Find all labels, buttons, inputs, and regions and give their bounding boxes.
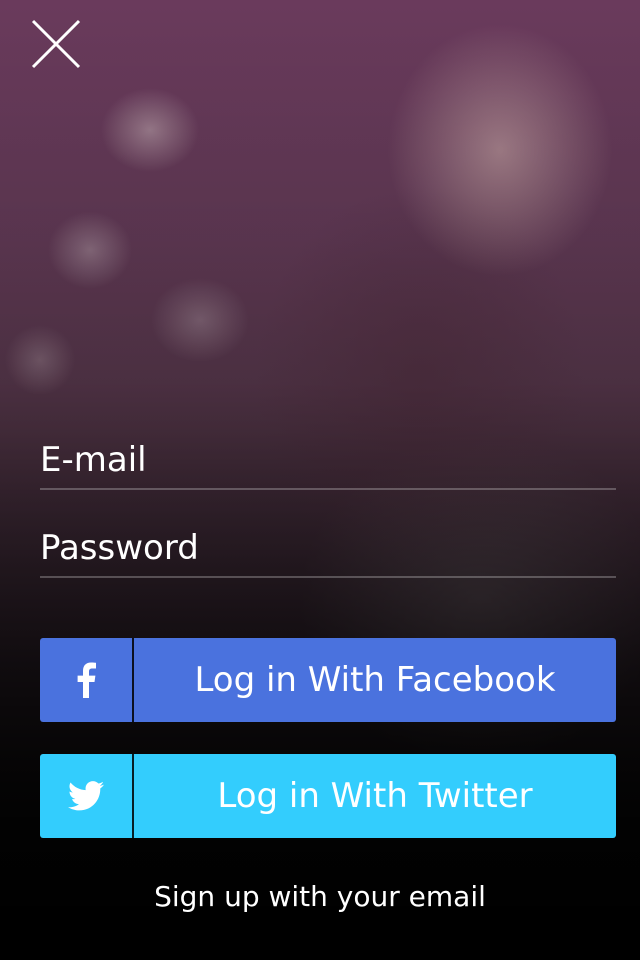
facebook-login-button[interactable]: Log in With Facebook <box>40 638 616 722</box>
signup-email-link[interactable]: Sign up with your email <box>0 880 640 913</box>
email-field[interactable] <box>40 432 616 488</box>
facebook-icon-box <box>40 638 134 722</box>
facebook-login-label: Log in With Facebook <box>194 660 556 700</box>
twitter-login-button[interactable]: Log in With Twitter <box>40 754 616 838</box>
password-field[interactable] <box>40 520 616 576</box>
facebook-icon <box>77 662 96 698</box>
login-screen: Log in With Facebook Log in With Twitter… <box>0 0 640 960</box>
twitter-icon-box <box>40 754 134 838</box>
twitter-login-label: Log in With Twitter <box>217 776 533 816</box>
close-button[interactable] <box>30 18 82 70</box>
password-field-container <box>40 520 616 578</box>
twitter-icon <box>68 781 104 811</box>
close-icon <box>31 19 81 69</box>
email-field-container <box>40 432 616 490</box>
